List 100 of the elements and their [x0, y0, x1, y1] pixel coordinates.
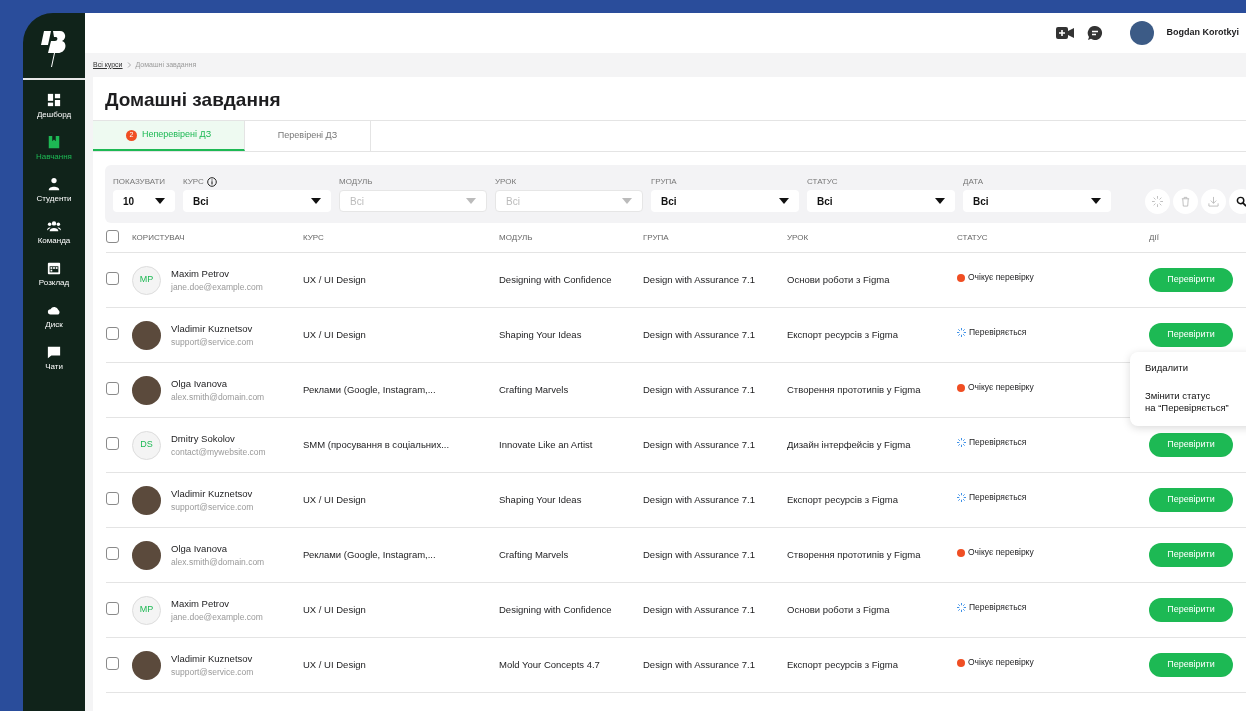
row-checkbox[interactable] — [106, 546, 119, 560]
user-name: Olga Ivanova — [171, 541, 228, 556]
table-cell: Design with Assurance 7.1 — [643, 383, 755, 395]
trash-icon — [1180, 195, 1191, 207]
user-name: Olga Ivanova — [171, 376, 228, 391]
row-checkbox[interactable] — [106, 326, 119, 340]
sidebar-item[interactable]: Розклад — [38, 261, 70, 303]
chat-icon — [47, 345, 61, 359]
status-text: Очікує перевірку — [968, 381, 1034, 394]
caret-icon — [779, 198, 789, 204]
filter-select[interactable]: 10 — [113, 190, 175, 212]
table-cell: Shaping Your Ideas — [499, 328, 582, 340]
table-cell: UX / UI Design — [303, 493, 366, 505]
user-email: alex.smith@domain.com — [171, 555, 265, 569]
table-cell: Design with Assurance 7.1 — [643, 273, 755, 285]
search-icon — [1236, 195, 1246, 207]
user-email: jane.doe@example.com — [171, 610, 263, 624]
filter-select[interactable]: Всі — [963, 190, 1111, 212]
table-cell: Дизайн інтерфейсів у Figma — [787, 438, 911, 450]
page-title: Домашні завдання — [105, 89, 282, 112]
table-cell: Designing with Confidence — [499, 273, 612, 285]
menu-item[interactable]: Видалити — [1145, 358, 1188, 378]
user-email: alex.smith@domain.com — [171, 390, 265, 404]
status-text: Очікує перевірку — [968, 271, 1034, 284]
select-all-checkbox[interactable] — [106, 229, 119, 243]
status-text: Очікує перевірку — [968, 546, 1034, 559]
table-cell: Shaping Your Ideas — [499, 493, 582, 505]
avatar-photo-placeholder — [132, 375, 161, 405]
status-text: Очікує перевірку — [968, 656, 1034, 669]
video-add-icon[interactable] — [1056, 26, 1075, 40]
filter-label: УРОК — [495, 176, 517, 188]
search-button[interactable] — [1229, 188, 1246, 214]
table-cell: Design with Assurance 7.1 — [643, 658, 755, 670]
column-header: КУРС — [303, 231, 325, 244]
avatar-initials: DS — [132, 430, 161, 460]
table-cell: Експорт ресурсів з Figma — [787, 658, 899, 670]
user-email: contact@mywebsite.com — [171, 445, 266, 459]
column-header: ГРУПА — [643, 231, 670, 244]
sidebar-item[interactable]: Диск — [45, 303, 63, 345]
download-icon — [1208, 195, 1219, 207]
sidebar-item[interactable]: Чати — [45, 345, 63, 387]
row-checkbox[interactable] — [106, 436, 119, 450]
tab-label: Перевірені ДЗ — [277, 129, 338, 143]
chevron-right-icon — [126, 62, 132, 68]
caret-icon — [1091, 198, 1101, 204]
user-email: support@service.com — [171, 500, 254, 514]
info-icon[interactable] — [206, 177, 217, 187]
table-cell: Designing with Confidence — [499, 603, 612, 615]
caret-icon — [622, 198, 632, 204]
table-cell: Реклами (Google, Instagram,... — [303, 383, 436, 395]
row-checkbox[interactable] — [106, 656, 119, 670]
sidebar-item[interactable]: Студенти — [36, 177, 72, 219]
caret-icon — [466, 198, 476, 204]
column-header: КОРИСТУВАЧ — [132, 231, 186, 244]
table-cell: Crafting Marvels — [499, 548, 569, 560]
user-name: Maxim Petrov — [171, 266, 231, 281]
table-cell: UX / UI Design — [303, 658, 366, 670]
column-header: УРОК — [787, 231, 810, 244]
filter-select[interactable]: Всі — [807, 190, 955, 212]
user-email: jane.doe@example.com — [171, 280, 263, 294]
table-cell: Crafting Marvels — [499, 383, 569, 395]
table-cell: SMM (просування в соціальних... — [303, 438, 450, 450]
caret-icon — [155, 198, 165, 204]
calendar-icon — [47, 261, 61, 275]
sidebar-item[interactable]: Команда — [37, 219, 71, 261]
sidebar-item[interactable]: Дешборд — [36, 93, 72, 135]
avatar-photo-placeholder[interactable] — [1130, 21, 1155, 45]
column-header: МОДУЛЬ — [499, 231, 534, 244]
table-cell: Створення прототипів у Figma — [787, 548, 921, 560]
user-name: Maxim Petrov — [171, 596, 231, 611]
row-checkbox[interactable] — [106, 271, 119, 285]
user-name: Vladimir Kuznetsov — [171, 486, 254, 501]
row-checkbox[interactable] — [106, 491, 119, 505]
column-header: СТАТУС — [957, 231, 989, 244]
book-icon — [47, 135, 61, 149]
filter-label: ПОКАЗУВАТИ — [113, 176, 166, 188]
status-text: Перевіряється — [969, 326, 1027, 339]
avatar-photo-placeholder — [132, 650, 161, 680]
chat-icon[interactable] — [1086, 26, 1105, 40]
avatar-initials: MP — [132, 265, 161, 295]
user-name: Vladimir Kuznetsov — [171, 321, 254, 336]
row-checkbox[interactable] — [106, 601, 119, 615]
table-cell: Design with Assurance 7.1 — [643, 493, 755, 505]
status-text: Перевіряється — [969, 436, 1027, 449]
table-cell: Експорт ресурсів з Figma — [787, 328, 899, 340]
user-email: support@service.com — [171, 665, 254, 679]
table-cell: UX / UI Design — [303, 328, 366, 340]
filter-label: ДАТА — [963, 176, 984, 188]
filter-label: МОДУЛЬ — [339, 176, 373, 188]
filter-select[interactable]: Всі — [651, 190, 799, 212]
status-text: Перевіряється — [969, 491, 1027, 504]
table-cell: UX / UI Design — [303, 273, 366, 285]
user-name: Dmitry Sokolov — [171, 431, 236, 446]
caret-icon — [311, 198, 321, 204]
menu-item[interactable]: Змінити статус на “Перевіряється” — [1145, 386, 1229, 418]
table-cell: Основи роботи з Figma — [787, 603, 890, 615]
sidebar-item[interactable]: Навчання — [36, 135, 72, 177]
filter-select[interactable]: Всі — [183, 190, 331, 212]
row-checkbox[interactable] — [106, 381, 119, 395]
table-cell: UX / UI Design — [303, 603, 366, 615]
